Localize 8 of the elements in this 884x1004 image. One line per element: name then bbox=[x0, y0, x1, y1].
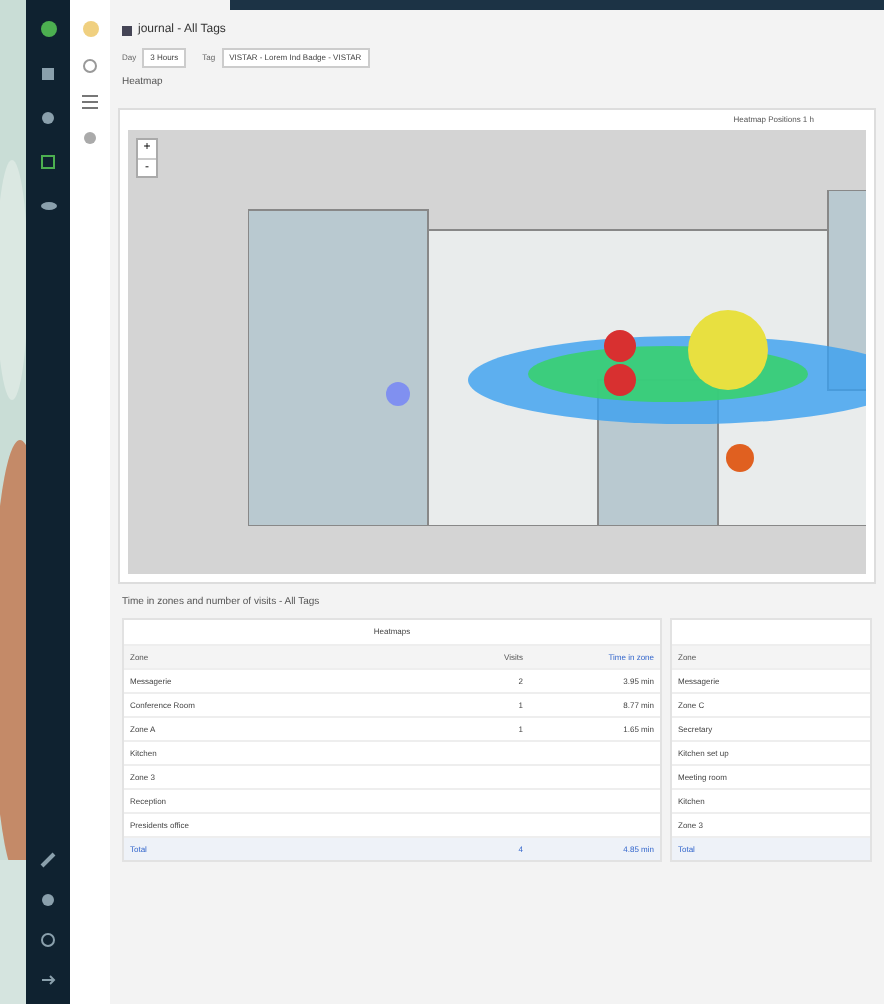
heat-spot bbox=[386, 381, 410, 405]
heat-spot bbox=[604, 329, 636, 361]
list-icon[interactable] bbox=[82, 94, 98, 110]
logo-icon bbox=[39, 20, 57, 38]
heat-spot bbox=[604, 363, 636, 395]
heat-spot bbox=[726, 443, 754, 471]
pencil-icon[interactable] bbox=[40, 852, 56, 868]
logout-icon[interactable] bbox=[40, 972, 56, 988]
